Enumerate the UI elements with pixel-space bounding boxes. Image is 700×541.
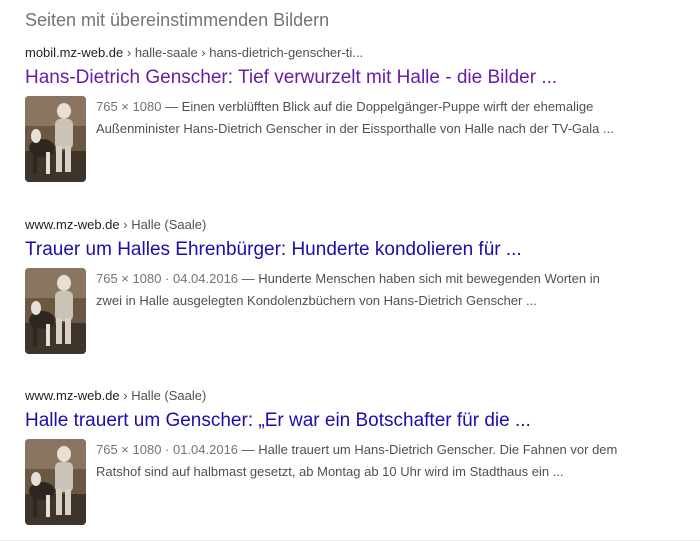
result-snippet: 765 × 1080 · 04.04.2016 — Hunderte Mensc… [96,268,626,354]
result-title-link[interactable]: Halle trauert um Genscher: „Er war ein B… [25,408,675,434]
breadcrumb-domain: www.mz-web.de [25,217,120,232]
boy-with-dog-photo-icon [25,268,86,354]
boy-with-dog-photo-icon [25,439,86,525]
result-thumbnail[interactable] [25,268,86,354]
breadcrumb-path: › halle-saale › hans-dietrich-genscher-t… [123,45,364,60]
section-title: Seiten mit übereinstimmenden Bildern [25,10,330,30]
result-breadcrumb[interactable]: mobil.mz-web.de › halle-saale › hans-die… [25,44,675,62]
result-snippet: 765 × 1080 · 01.04.2016 — Halle trauert … [96,439,626,525]
result-title-link[interactable]: Trauer um Halles Ehrenbürger: Hunderte k… [25,237,675,263]
result-body: 765 × 1080 — Einen verblüfften Blick auf… [25,96,675,182]
search-result: www.mz-web.de › Halle (Saale) Halle trau… [25,387,675,525]
search-result: mobil.mz-web.de › halle-saale › hans-die… [25,44,675,182]
result-breadcrumb[interactable]: www.mz-web.de › Halle (Saale) [25,387,675,405]
result-snippet-text: — Einen verblüfften Blick auf die Doppel… [96,99,614,136]
breadcrumb-path: › Halle (Saale) [119,388,207,403]
result-thumbnail[interactable] [25,96,86,182]
result-meta: 765 × 1080 · 04.04.2016 [96,271,239,286]
result-breadcrumb[interactable]: www.mz-web.de › Halle (Saale) [25,216,675,234]
search-result: www.mz-web.de › Halle (Saale) Trauer um … [25,216,675,354]
result-thumbnail[interactable] [25,439,86,525]
result-title-link[interactable]: Hans-Dietrich Genscher: Tief verwurzelt … [25,65,675,91]
result-meta: 765 × 1080 · 01.04.2016 [96,442,239,457]
breadcrumb-domain: mobil.mz-web.de [25,45,124,60]
result-snippet: 765 × 1080 — Einen verblüfften Blick auf… [96,96,626,182]
result-body: 765 × 1080 · 04.04.2016 — Hunderte Mensc… [25,268,675,354]
result-body: 765 × 1080 · 01.04.2016 — Halle trauert … [25,439,675,525]
breadcrumb-path: › Halle (Saale) [119,217,207,232]
result-meta: 765 × 1080 [96,99,162,114]
boy-with-dog-photo-icon [25,96,86,182]
breadcrumb-domain: www.mz-web.de [25,388,120,403]
